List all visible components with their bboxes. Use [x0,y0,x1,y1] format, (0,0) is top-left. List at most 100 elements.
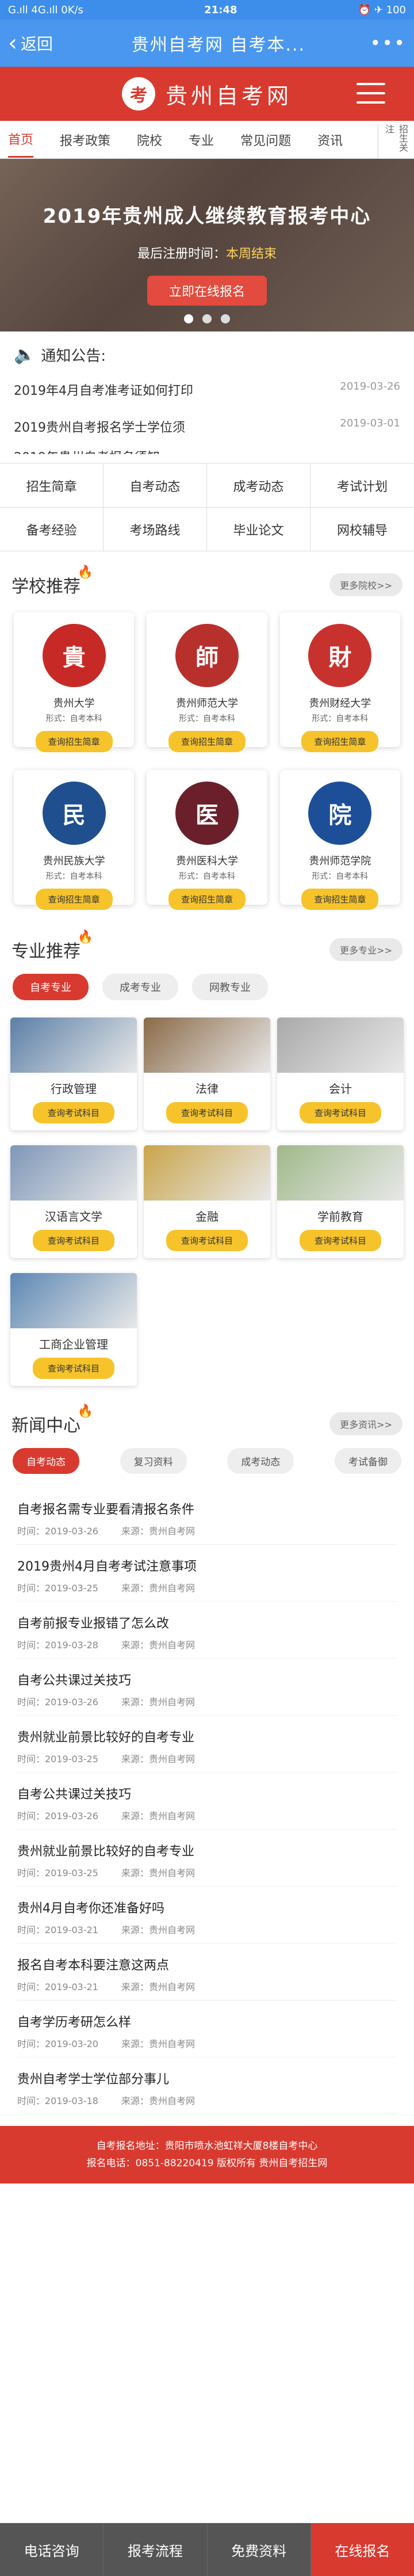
tabs-side-link[interactable]: 招生关注 [378,124,409,158]
notice-board: 🔈 通知公告: 2019年4月自考准考证如何打印 2019-03-26 2019… [0,331,414,460]
news-item[interactable]: 自考公共课过关技巧 时间：2019-03-26 来源：贵州自考网 [17,1659,397,1716]
quick-link[interactable]: 考试计划 [310,464,414,508]
exam-process-button[interactable]: 报考流程 [103,2523,208,2576]
notice-item[interactable]: 2019年贵州自考报名须知 [14,445,400,454]
school-card[interactable]: 民贵州民族大学 形式：自考本科 查询招生简章 [14,770,135,910]
major-card[interactable]: 工商企业管理 查询考试科目 [10,1273,137,1386]
more-schools-button[interactable]: 更多院校>> [329,573,402,596]
more-menu-button[interactable]: ••• [366,32,406,54]
view-admissions-button[interactable]: 查询招生简章 [168,889,246,910]
news-item[interactable]: 自考学历考研怎么样 时间：2019-03-20 来源：贵州自考网 [17,2000,397,2057]
school-card[interactable]: 院贵州师范学院 形式：自考本科 查询招生简章 [279,770,400,910]
majors-section-header: 专业推荐 🔥 更多专业>> [0,916,414,971]
back-button[interactable]: ‹ 返回 [8,32,71,55]
view-admissions-button[interactable]: 查询招生简章 [35,731,113,752]
quick-link[interactable]: 毕业论文 [207,508,310,551]
major-card[interactable]: 行政管理 查询考试科目 [10,1018,137,1130]
free-materials-button[interactable]: 免费资料 [207,2523,311,2576]
tab-faq[interactable]: 常见问题 [240,123,291,157]
schools-grid: 貴贵州大学 形式：自考本科 查询招生简章師贵州师范大学 形式：自考本科 查询招生简章財贵… [0,607,414,916]
news-meta: 时间：2019-03-25 来源：贵州自考网 [17,1580,397,1594]
major-card[interactable]: 学前教育 查询考试科目 [277,1145,404,1258]
school-card[interactable]: 医贵州医科大学 形式：自考本科 查询招生简章 [147,770,267,910]
view-subjects-button[interactable]: 查询考试科目 [166,1102,248,1123]
quick-link[interactable]: 考场路线 [103,508,207,551]
view-admissions-button[interactable]: 查询招生简章 [168,731,246,752]
view-admissions-button[interactable]: 查询招生简章 [301,889,379,910]
footer-address: 自考报名地址：贵阳市喷水池虹祥大厦8楼自考中心 [96,2140,318,2152]
pill-online[interactable]: 网教专业 [192,974,268,1000]
news-pill[interactable]: 成考动态 [227,1448,294,1474]
major-image [144,1145,270,1201]
quick-link[interactable]: 备考经验 [0,508,103,551]
quick-link[interactable]: 自考动态 [103,464,207,508]
news-pill[interactable]: 考试备御 [334,1448,401,1474]
news-item[interactable]: 贵州4月自考你还准备好吗 时间：2019-03-21 来源：贵州自考网 [17,1887,397,1944]
news-item[interactable]: 贵州自考学士学位部分事儿 时间：2019-03-18 来源：贵州自考网 [17,2057,397,2114]
carousel-dot[interactable] [184,314,193,323]
news-source: 来源：贵州自考网 [121,2095,195,2106]
news-time: 时间：2019-03-26 [17,1697,98,1708]
quick-link[interactable]: 招生简章 [0,464,103,508]
more-majors-button[interactable]: 更多专业>> [329,938,402,961]
hamburger-menu-icon[interactable] [356,83,385,110]
major-card[interactable]: 汉语言文学查询考试科目 [10,1145,137,1258]
major-card[interactable]: 会计 查询考试科目 [277,1018,404,1130]
notice-item[interactable]: 2019年4月自考准考证如何打印 2019-03-26 [14,371,400,408]
carousel-dot[interactable] [202,314,212,323]
view-subjects-button[interactable]: 查询考试科目 [32,1102,114,1123]
news-item[interactable]: 贵州就业前景比较好的自考专业 时间：2019-03-25 来源：贵州自考网 [17,1716,397,1773]
notice-item[interactable]: 2019贵州自考报名学士学位须 2019-03-01 [14,408,400,445]
news-item[interactable]: 报名自考本科要注意这两点 时间：2019-03-21 来源：贵州自考网 [17,1944,397,2000]
major-card[interactable]: 金融 查询考试科目 [144,1145,270,1258]
news-section-title: 新闻中心 [12,1416,80,1436]
school-type: 形式：自考本科 [45,872,102,881]
school-card[interactable]: 財贵州财经大学 形式：自考本科 查询招生简章 [279,612,400,752]
view-subjects-button[interactable]: 查询考试科目 [299,1230,381,1251]
news-item[interactable]: 2019贵州4月自考考试注意事项 时间：2019-03-25 来源：贵州自考网 [17,1545,397,1602]
view-admissions-button[interactable]: 查询招生简章 [301,731,379,752]
news-pill[interactable]: 自考动态 [13,1448,79,1474]
quick-link[interactable]: 成考动态 [207,464,310,508]
phone-consult-button[interactable]: 电话咨询 [0,2523,104,2576]
news-meta: 时间：2019-03-26 来源：贵州自考网 [17,1808,397,1822]
tab-home[interactable]: 首页 [8,121,34,158]
news-pill[interactable]: 复习资料 [120,1448,187,1474]
pill-adult-exam[interactable]: 成考专业 [102,974,178,1000]
more-news-button[interactable]: 更多资讯>> [329,1412,402,1435]
view-subjects-button[interactable]: 查询考试科目 [32,1358,114,1379]
view-admissions-button[interactable]: 查询招生简章 [35,889,113,910]
notice-title: 通知公告: [41,348,106,365]
carousel-dot[interactable] [221,314,230,323]
news-item[interactable]: 自考公共课过关技巧 时间：2019-03-26 来源：贵州自考网 [17,1773,397,1830]
signup-now-button[interactable]: 立即在线报名 [147,276,267,306]
pill-self-study[interactable]: 自考专业 [13,974,89,1000]
school-emblem-char: 院 [328,802,352,829]
view-subjects-button[interactable]: 查询考试科目 [299,1102,381,1123]
tab-majors[interactable]: 专业 [189,123,214,157]
online-signup-button[interactable]: 在线报名 [310,2523,414,2576]
view-subjects-button[interactable]: 查询考试科目 [32,1230,114,1251]
quick-link[interactable]: 网校辅导 [310,508,414,551]
news-source: 来源：贵州自考网 [121,1925,195,1935]
major-card[interactable]: 法律 查询考试科目 [144,1018,270,1130]
notice-date: 2019-03-01 [340,417,400,429]
school-emblem: 貴 [42,624,106,687]
news-meta: 时间：2019-03-26 来源：贵州自考网 [17,1523,397,1537]
tab-policy[interactable]: 报考政策 [60,123,110,157]
news-source: 来源：贵州自考网 [121,1811,195,1822]
school-card[interactable]: 貴贵州大学 形式：自考本科 查询招生简章 [14,612,135,752]
news-title: 自考前报专业报错了怎么改 [17,1617,170,1631]
view-subjects-button[interactable]: 查询考试科目 [166,1230,248,1251]
hero-banner: 2019年贵州成人继续教育报考中心 最后注册时间：本周结束 立即在线报名 [0,159,414,331]
school-name: 贵州师范大学 [175,698,238,710]
tab-schools[interactable]: 院校 [137,123,162,157]
school-card[interactable]: 師贵州师范大学 形式：自考本科 查询招生简章 [147,612,267,752]
news-item[interactable]: 自考报名需专业要看清报名条件 时间：2019-03-26 来源：贵州自考网 [17,1488,397,1545]
site-logo[interactable]: 考 [121,77,155,110]
news-item[interactable]: 自考前报专业报错了怎么改 时间：2019-03-28 来源：贵州自考网 [17,1602,397,1659]
news-item[interactable]: 贵州就业前景比较好的自考专业 时间：2019-03-25 来源：贵州自考网 [17,1830,397,1887]
news-list: 自考报名需专业要看清报名条件 时间：2019-03-26 来源：贵州自考网 2019贵… [0,1488,414,2114]
major-name: 汉语言文学 [45,1210,102,1224]
tab-news[interactable]: 资讯 [317,123,343,157]
